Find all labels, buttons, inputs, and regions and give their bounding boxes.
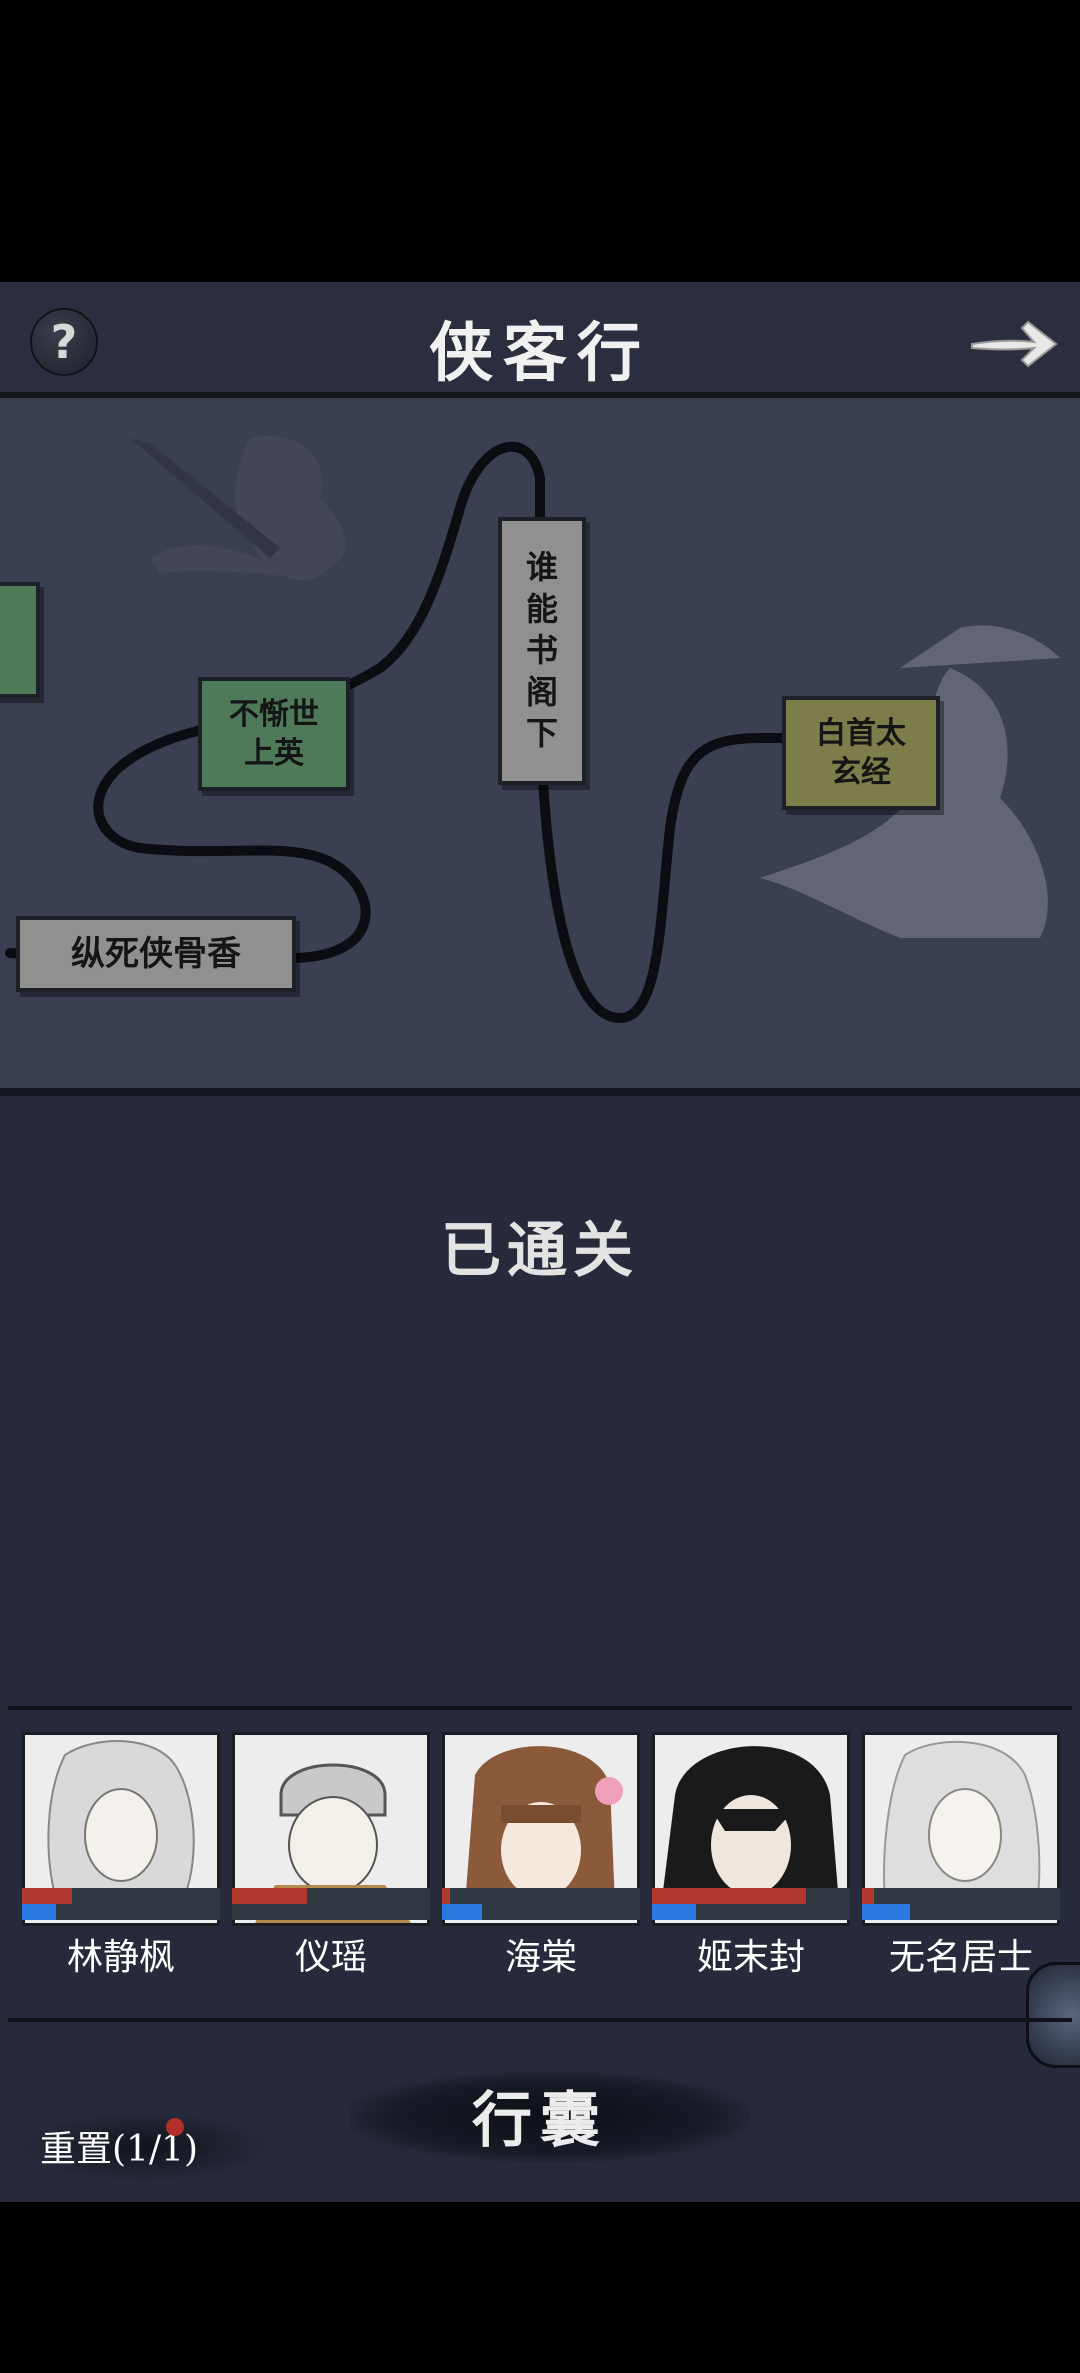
stage-node-left-partial[interactable] [0,586,36,694]
stage-node-label: 白首太玄经 [816,716,906,790]
member-name: 林静枫 [66,1937,175,1978]
status-bars [652,1888,850,1920]
stage-map: 不惭世上英 谁能书阁下 白首太玄经 纵死侠骨香 [0,398,1080,1088]
member-name: 海棠 [504,1937,577,1978]
party-divider-bottom [8,2018,1072,2022]
hp-bar [22,1888,72,1904]
cleared-status: 已通关 [441,1216,639,1286]
hp-bar [232,1888,308,1904]
notification-dot [166,2118,184,2136]
stage-node-buchan[interactable]: 不惭世上英 [202,681,346,787]
status-bars [442,1888,640,1920]
stage-node-xiagu[interactable]: 纵死侠骨香 [20,920,292,988]
stage-node-taixuan[interactable]: 白首太玄经 [786,700,936,806]
swordsman-ink-illustration [130,436,346,581]
stage-node-label: 纵死侠骨香 [71,933,241,974]
member-name: 姬末封 [696,1937,805,1978]
status-bars [862,1888,1060,1920]
hp-bar [442,1888,450,1904]
party-roster: 林静枫 仪瑶 海棠 姬末封 无名居士 [0,1732,1080,2032]
header-bar: ? 侠客行 [0,282,1080,394]
map-divider [0,1088,1080,1096]
mp-bar [442,1904,482,1920]
hp-bar [862,1888,874,1904]
side-menu-tab[interactable] [1026,1962,1080,2068]
party-divider-top [8,1706,1072,1710]
stage-node-label: 谁能书阁下 [525,548,558,753]
member-name: 仪瑶 [294,1937,367,1978]
game-screen: ? 侠客行 不惭世上英 谁能书阁下 白首太玄经 纵死侠骨香 已通关 林静枫 仪瑶… [0,282,1080,2202]
mp-bar [652,1904,696,1920]
stage-node-shuige[interactable]: 谁能书阁下 [502,521,582,781]
hp-bar [652,1888,807,1904]
member-name: 无名居士 [888,1937,1033,1978]
status-bars [232,1888,430,1920]
page-title: 侠客行 [429,316,651,391]
mp-bar [862,1904,910,1920]
arrow-right-icon[interactable] [966,310,1060,374]
stage-node-label: 不惭世上英 [229,697,319,771]
mp-bar [22,1904,56,1920]
status-bars [22,1888,220,1920]
